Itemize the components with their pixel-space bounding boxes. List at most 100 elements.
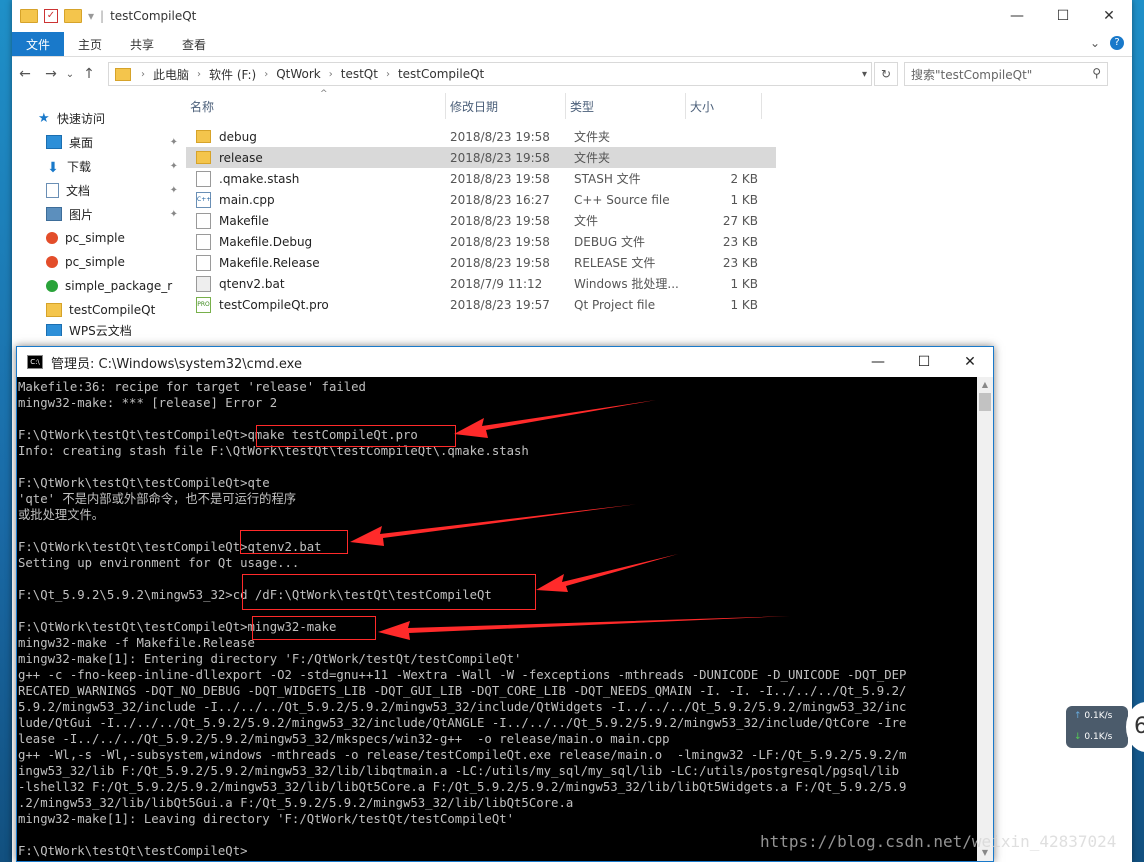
breadcrumb-drive[interactable]: 软件 (F:) — [209, 66, 256, 83]
cmd-icon[interactable]: C:\ — [27, 355, 43, 369]
file-row[interactable]: qtenv2.bat 2018/7/9 11:12 Windows 批处理...… — [186, 273, 776, 294]
search-icon[interactable]: ⚲ — [1092, 66, 1101, 80]
properties-check-icon[interactable]: ✓ — [44, 9, 58, 23]
file-date: 2018/8/23 19:58 — [450, 129, 550, 144]
file-row-selected[interactable]: release 2018/8/23 19:58 文件夹 — [186, 147, 776, 168]
sidebar-item-simple-package[interactable]: simple_package_r — [12, 274, 184, 298]
up-button[interactable]: ↑ — [76, 66, 102, 82]
refresh-button[interactable]: ↻ — [874, 62, 898, 86]
cmd-close-button[interactable]: ✕ — [947, 347, 993, 377]
file-name: qtenv2.bat — [219, 276, 285, 291]
file-date: 2018/8/23 19:58 — [450, 150, 550, 165]
customize-toolbar-icon[interactable]: ▾ — [88, 9, 94, 23]
minimize-button[interactable]: — — [994, 0, 1040, 32]
pin-icon[interactable]: ✦ — [170, 161, 178, 172]
chevron-icon: › — [141, 68, 145, 80]
file-date: 2018/8/23 19:58 — [450, 255, 550, 270]
sidebar-item-label: simple_package_r — [65, 279, 173, 293]
address-dropdown-icon[interactable]: ▾ — [862, 69, 867, 80]
sidebar-item-label: pc_simple — [65, 231, 125, 245]
network-speed-widget: ↑ 0.1K/s ↓ 0.1K/s — [1066, 706, 1128, 748]
file-type: C++ Source file — [574, 192, 670, 207]
column-date[interactable]: 修改日期 — [446, 93, 566, 119]
forward-button[interactable]: → — [38, 66, 64, 82]
desktop-icon — [46, 135, 62, 149]
file-type: Windows 批处理... — [574, 277, 679, 291]
sidebar-item-pc-simple-2[interactable]: pc_simple — [12, 250, 184, 274]
back-button[interactable]: ← — [12, 66, 38, 82]
download-speed-value: 0.1K/s — [1084, 732, 1113, 742]
maximize-button[interactable]: ☐ — [1040, 0, 1086, 32]
file-type: RELEASE 文件 — [574, 256, 656, 270]
tab-file[interactable]: 文件 — [12, 32, 65, 56]
sidebar-item-wps[interactable]: WPS云文档 — [12, 322, 184, 336]
search-input[interactable]: 搜索"testCompileQt" ⚲ — [904, 62, 1108, 86]
breadcrumb-testcompileqt[interactable]: testCompileQt — [398, 67, 484, 81]
file-row[interactable]: Makefile.Debug 2018/8/23 19:58 DEBUG 文件 … — [186, 231, 776, 252]
title-separator: | — [100, 9, 105, 23]
close-button[interactable]: ✕ — [1086, 0, 1132, 32]
highlight-box — [252, 616, 376, 640]
explorer-titlebar: ✓ ▾ | testCompileQt — ☐ ✕ — [12, 0, 1132, 32]
upload-speed-value: 0.1K/s — [1084, 711, 1113, 721]
pin-icon[interactable]: ✦ — [170, 137, 178, 148]
sidebar-item-downloads[interactable]: ⬇ 下载 ✦ — [12, 154, 184, 178]
picture-icon — [46, 207, 62, 221]
column-type[interactable]: 类型 — [566, 93, 686, 119]
cmd-minimize-button[interactable]: — — [855, 347, 901, 377]
file-row[interactable]: Makefile 2018/8/23 19:58 文件 27 KB — [186, 210, 776, 231]
console-scrollbar[interactable]: ▲ ▼ — [977, 377, 993, 861]
address-bar[interactable]: › 此电脑 › 软件 (F:) › QtWork › testQt › test… — [108, 62, 872, 86]
file-name: main.cpp — [219, 192, 275, 207]
file-size: 1 KB — [730, 297, 758, 312]
chevron-icon: › — [264, 68, 269, 80]
new-folder-icon[interactable] — [64, 9, 82, 23]
sidebar-item-desktop[interactable]: 桌面 ✦ — [12, 130, 184, 154]
file-row[interactable]: C++ main.cpp 2018/8/23 16:27 C++ Source f… — [186, 189, 776, 210]
chevron-icon: › — [328, 68, 333, 80]
tab-share[interactable]: 共享 — [116, 32, 168, 56]
window-controls: — ☐ ✕ — [994, 0, 1132, 32]
breadcrumb-testqt[interactable]: testQt — [341, 67, 378, 81]
scroll-thumb[interactable] — [979, 393, 991, 411]
pc-icon — [46, 232, 58, 244]
tab-view[interactable]: 查看 — [168, 32, 220, 56]
sidebar-item-quick-access[interactable]: ★ 快速访问 — [12, 106, 184, 130]
cmd-maximize-button[interactable]: ☐ — [901, 347, 947, 377]
file-date: 2018/8/23 19:58 — [450, 171, 550, 186]
sidebar-item-label: 桌面 — [69, 135, 94, 150]
breadcrumb-qtwork[interactable]: QtWork — [276, 67, 321, 81]
sidebar-item-label: 下载 — [67, 159, 92, 174]
expand-ribbon-icon[interactable]: ⌄ — [1090, 36, 1100, 50]
recent-locations-button[interactable]: ⌄ — [64, 69, 76, 80]
scroll-up-icon[interactable]: ▲ — [977, 377, 993, 393]
column-size[interactable]: 大小 — [686, 93, 762, 119]
sidebar-item-label: 文档 — [66, 183, 91, 198]
sidebar-item-label: 图片 — [69, 207, 94, 222]
sidebar-item-testcompileqt[interactable]: testCompileQt — [12, 298, 184, 322]
watermark: https://blog.csdn.net/weixin_42837024 — [760, 832, 1117, 851]
sidebar-item-label: 快速访问 — [57, 111, 106, 126]
file-row[interactable]: Makefile.Release 2018/8/23 19:58 RELEASE… — [186, 252, 776, 273]
file-date: 2018/8/23 19:58 — [450, 213, 550, 228]
file-icon — [196, 233, 211, 250]
cloud-icon — [46, 324, 62, 336]
highlight-box — [242, 574, 536, 610]
sidebar-item-documents[interactable]: 文档 ✦ — [12, 178, 184, 202]
file-row[interactable]: .qmake.stash 2018/8/23 19:58 STASH 文件 2 … — [186, 168, 776, 189]
help-icon[interactable]: ? — [1110, 36, 1124, 50]
file-row[interactable]: debug 2018/8/23 19:58 文件夹 — [186, 126, 776, 147]
document-icon — [46, 182, 59, 198]
folder-icon — [196, 130, 211, 143]
folder-icon[interactable] — [20, 9, 38, 23]
column-name[interactable]: 名称 — [186, 93, 446, 119]
breadcrumb-this-pc[interactable]: 此电脑 — [153, 66, 189, 83]
file-type: 文件夹 — [574, 151, 611, 165]
pin-icon[interactable]: ✦ — [170, 209, 178, 220]
file-size: 27 KB — [722, 213, 758, 228]
tab-home[interactable]: 主页 — [64, 32, 116, 56]
pin-icon[interactable]: ✦ — [170, 185, 178, 196]
sidebar-item-pictures[interactable]: 图片 ✦ — [12, 202, 184, 226]
file-row[interactable]: PRO testCompileQt.pro 2018/8/23 19:57 Qt … — [186, 294, 776, 315]
sidebar-item-pc-simple[interactable]: pc_simple — [12, 226, 184, 250]
